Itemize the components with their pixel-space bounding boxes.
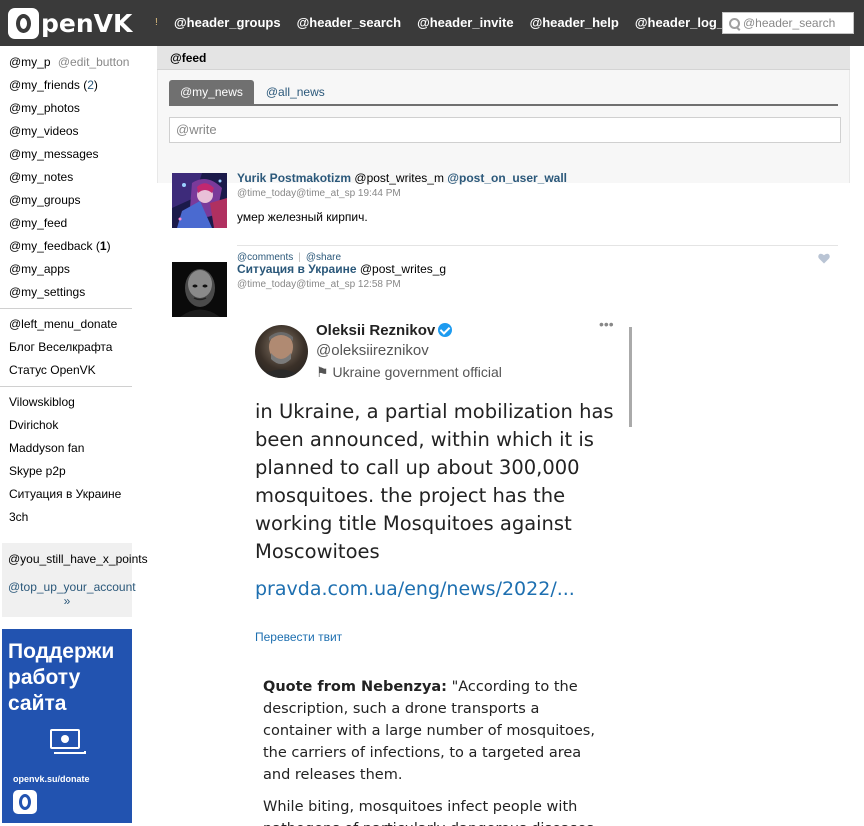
tweet-author-name: Oleksii Reznikov xyxy=(316,322,453,339)
tab-my-news[interactable]: @my_news xyxy=(169,80,254,104)
write-post-input[interactable]: @write xyxy=(169,117,841,143)
sidebar-item-messages[interactable]: @my_messages xyxy=(0,143,132,166)
sidebar-link-blog[interactable]: Блог Веселкрафта xyxy=(0,336,132,359)
sidebar-link-donate[interactable]: @left_menu_donate xyxy=(0,313,132,336)
banner-url: openvk.su/donate xyxy=(13,774,90,784)
feedback-count: (1) xyxy=(95,239,111,253)
post-timestamp[interactable]: @time_today@time_at_sp 12:58 PM xyxy=(237,279,446,290)
nav-help-link[interactable]: @header_help xyxy=(530,15,619,30)
post-attachment-image[interactable]: Oleksii Reznikov @oleksiireznikov ⚑ Ukra… xyxy=(237,316,637,826)
feed-header: @my_news @all_news @write xyxy=(157,70,850,183)
sidebar-group-link[interactable]: Dvirichok xyxy=(0,414,132,437)
tweet-body: in Ukraine, a partial mobilization has b… xyxy=(255,400,614,563)
tweet-link: pravda.com.ua/eng/news/2022/... xyxy=(255,578,575,600)
openvk-logo-icon xyxy=(8,7,39,39)
sidebar-group-link[interactable]: 3ch xyxy=(0,506,132,529)
points-box: @you_still_have_x_points @top_up_your_ac… xyxy=(2,543,148,617)
tweet-author-handle: @oleksiireznikov xyxy=(316,342,429,359)
nav-separator: ! xyxy=(155,17,158,28)
tweet-avatar xyxy=(255,325,308,378)
openvk-logo-icon xyxy=(13,790,37,814)
page-title: @feed xyxy=(157,46,850,70)
money-icon xyxy=(50,729,86,755)
feedback-label: @my_feedback xyxy=(9,239,93,253)
post-content: Yurik Postmakotizm @post_writes_m @post_… xyxy=(237,171,567,224)
sidebar-item-groups[interactable]: @my_groups xyxy=(0,189,132,212)
post-content: Ситуация в Украине @post_writes_g @time_… xyxy=(237,262,446,290)
sidebar-group-link[interactable]: Maddyson fan xyxy=(0,437,132,460)
banner-title: Поддержи работу сайта xyxy=(8,640,115,715)
sidebar-divider xyxy=(0,308,132,309)
top-up-link[interactable]: @top_up_your_account » xyxy=(8,580,136,608)
header-search-input[interactable] xyxy=(743,16,851,30)
sidebar-group-link[interactable]: Ситуация в Украине xyxy=(0,483,132,506)
tweet-scrollbar xyxy=(629,327,632,427)
tweet-translate: Перевести твит xyxy=(255,630,343,644)
post-wall-link[interactable]: @post_on_user_wall xyxy=(447,171,567,185)
donate-banner[interactable]: Поддержи работу сайта openvk.su/donate xyxy=(2,629,132,823)
post-author-link[interactable]: Yurik Postmakotizm xyxy=(237,171,351,185)
edit-button[interactable]: @edit_button xyxy=(58,55,130,69)
tweet-affiliation: ⚑ Ukraine government official xyxy=(316,364,502,380)
nav-invite-link[interactable]: @header_invite xyxy=(417,15,514,30)
sidebar-item-notes[interactable]: @my_notes xyxy=(0,166,132,189)
verified-badge-icon xyxy=(438,323,453,337)
tab-all-news[interactable]: @all_news xyxy=(255,80,336,104)
points-text: @you_still_have_x_points xyxy=(8,552,148,566)
sidebar-item-photos[interactable]: @my_photos xyxy=(0,97,132,120)
post-action-text: @post_writes_m xyxy=(354,171,444,185)
sidebar-item-friends[interactable]: @my_friends (2) xyxy=(0,74,132,97)
sidebar-link-status[interactable]: Статус OpenVK xyxy=(0,359,132,382)
avatar[interactable] xyxy=(172,262,227,317)
sidebar-item-apps[interactable]: @my_apps xyxy=(0,258,132,281)
post-action-text: @post_writes_g xyxy=(359,262,447,276)
openvk-logo[interactable]: penVK xyxy=(8,7,132,39)
sidebar-item-videos[interactable]: @my_videos xyxy=(0,120,132,143)
sidebar-item-my-page: @my_p @edit_button xyxy=(0,51,132,74)
main-content: @feed @my_news @all_news @write Yurik Po… xyxy=(157,46,850,826)
post-author-line: Yurik Postmakotizm @post_writes_m @post_… xyxy=(237,171,567,185)
logo-text: penVK xyxy=(41,8,133,38)
header-search-box xyxy=(722,12,854,34)
heart-icon[interactable] xyxy=(818,253,830,264)
left-sidebar: @my_p @edit_button @my_friends (2) @my_p… xyxy=(0,46,148,823)
more-icon: ••• xyxy=(599,316,614,332)
search-icon xyxy=(723,13,743,33)
tweet-quote-continued: While biting, mosquitoes infect people w… xyxy=(263,799,594,826)
header-nav: @header_groups @header_search @header_in… xyxy=(174,15,760,30)
post-timestamp[interactable]: @time_today@time_at_sp 19:44 PM xyxy=(237,188,567,199)
sidebar-item-feedback[interactable]: @my_feedback (1) xyxy=(0,235,132,258)
sidebar-group-link[interactable]: Skype p2p xyxy=(0,460,132,483)
post-actions: @comments | @share xyxy=(237,245,838,264)
sidebar-item-feed[interactable]: @my_feed xyxy=(0,212,132,235)
tweet-quote: Quote from Nebenzya: "According to the d… xyxy=(263,679,595,783)
sidebar-divider xyxy=(0,386,132,387)
nav-search-link[interactable]: @header_search xyxy=(297,15,401,30)
flag-icon: ⚑ xyxy=(316,364,329,380)
sidebar-item-settings[interactable]: @my_settings xyxy=(0,281,132,304)
avatar[interactable] xyxy=(172,173,227,228)
my-page-link[interactable]: @my_p xyxy=(9,55,51,69)
friends-count: (2) xyxy=(83,78,98,92)
sidebar-group-link[interactable]: Vilowskiblog xyxy=(0,391,132,414)
top-header: penVK ! @header_groups @header_search @h… xyxy=(0,0,864,46)
feed-tabs: @my_news @all_news xyxy=(169,80,838,106)
post-author-line: Ситуация в Украине @post_writes_g xyxy=(237,262,446,276)
nav-groups-link[interactable]: @header_groups xyxy=(174,15,281,30)
post-text: умер железный кирпич. xyxy=(237,210,368,224)
friends-label: @my_friends xyxy=(9,78,80,92)
post-author-link[interactable]: Ситуация в Украине xyxy=(237,262,357,276)
